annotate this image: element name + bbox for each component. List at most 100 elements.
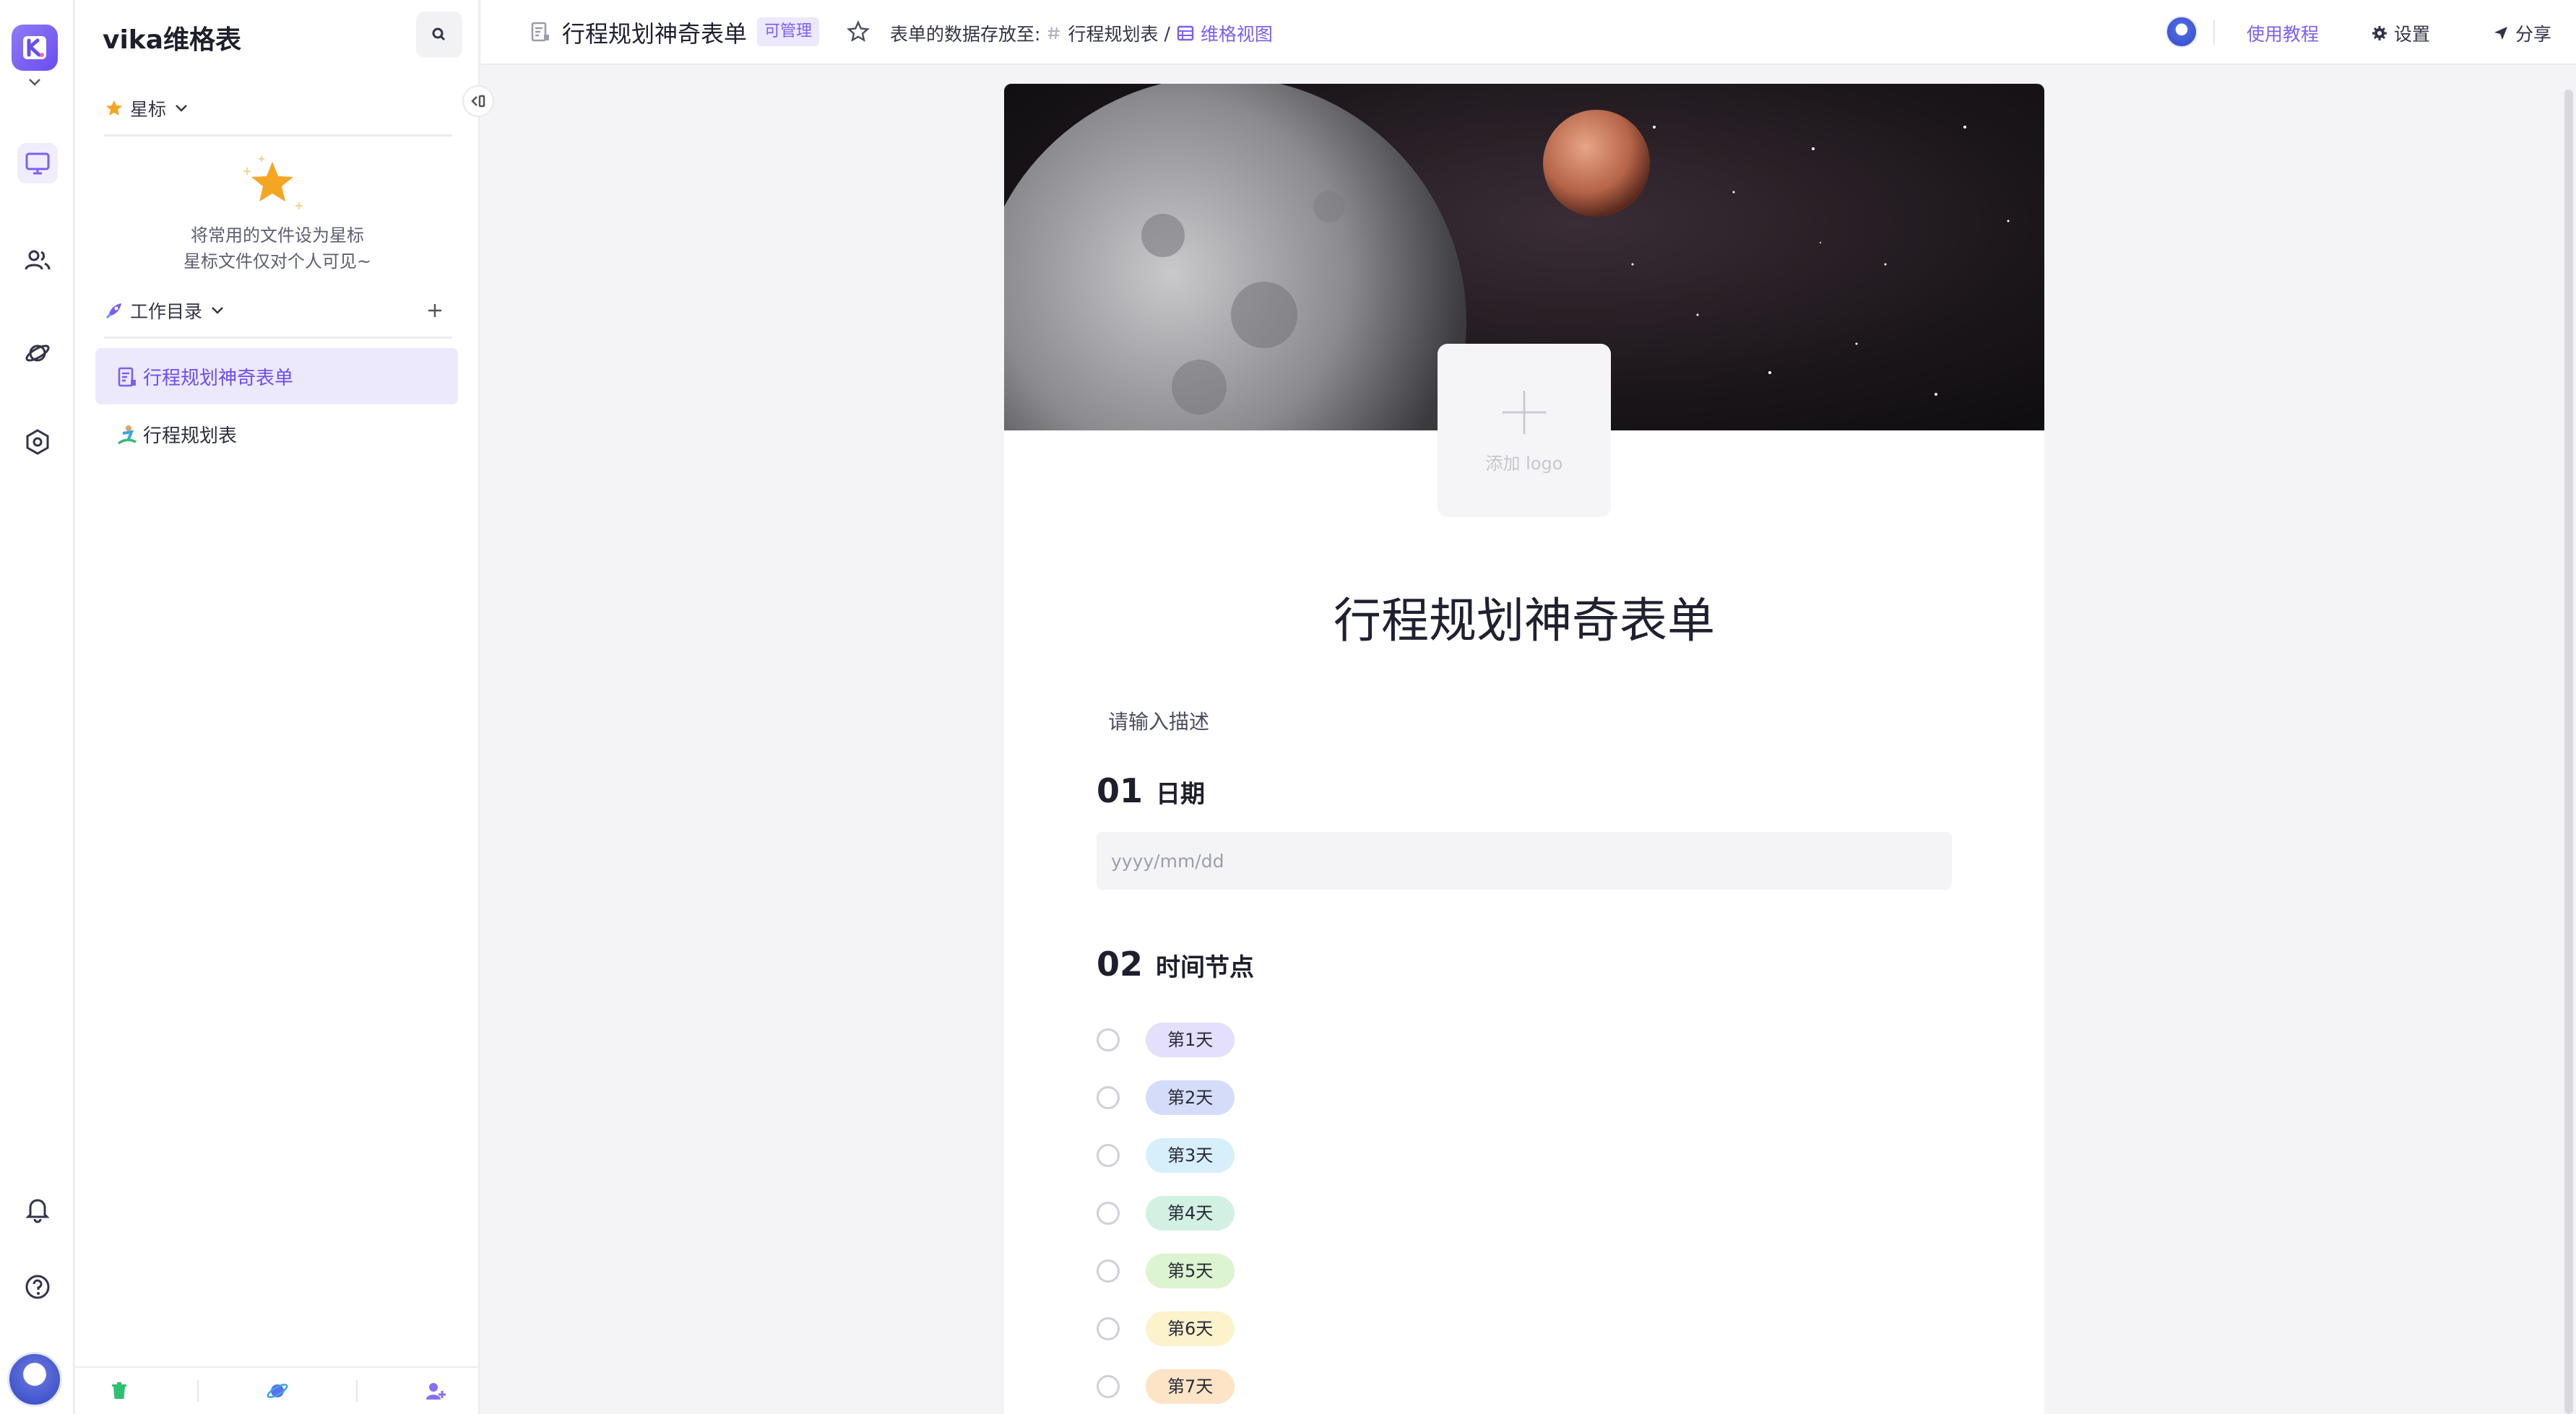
share-label: 分享	[2515, 24, 2552, 45]
option-tag: 第3天	[1146, 1138, 1235, 1173]
hash-icon	[1048, 27, 1060, 40]
share-button[interactable]: 分享	[2492, 20, 2551, 46]
form-card: 添加 logo 行程规划神奇表单 请输入描述 01 日期 yyyy/mm/dd …	[1004, 84, 2044, 1414]
app-root: vika维格表 星标 将常用的文件设为星标 星标文件仅对个人可见~ 工作目录 行…	[0, 0, 2576, 1414]
time-node-option[interactable]: 第5天	[1097, 1254, 1235, 1288]
add-node-button[interactable]	[420, 296, 449, 325]
rail-help-button[interactable]	[17, 1267, 58, 1307]
form-title[interactable]: 行程规划神奇表单	[1004, 582, 2044, 651]
radio-button[interactable]	[1097, 1028, 1120, 1051]
starred-empty-text-1: 将常用的文件设为星标	[191, 225, 364, 246]
time-node-option[interactable]: 第2天	[1097, 1080, 1235, 1115]
footer-separator	[355, 1380, 358, 1402]
rocket-icon	[105, 303, 121, 319]
rail-notifications-button[interactable]	[17, 1189, 58, 1229]
time-node-option[interactable]: 第6天	[1097, 1311, 1235, 1346]
star-outline-icon[interactable]	[845, 19, 871, 45]
catalog-sidebar: vika维格表 星标 将常用的文件设为星标 星标文件仅对个人可见~ 工作目录 行…	[75, 0, 480, 1414]
radio-button[interactable]	[1097, 1259, 1120, 1283]
send-icon	[2494, 27, 2507, 40]
settings-label: 设置	[2394, 24, 2431, 45]
space-switch-caret-icon[interactable]	[26, 75, 43, 90]
add-logo-button[interactable]: 添加 logo	[1438, 344, 1611, 517]
date-placeholder: yyyy/mm/dd	[1111, 850, 1224, 872]
page-title[interactable]: 行程规划神奇表单	[562, 16, 747, 49]
top-bar: 行程规划神奇表单 可管理 表单的数据存放至: 行程规划表 / 维格视图 使用教程…	[481, 0, 2576, 65]
space-planet-icon[interactable]	[266, 1379, 289, 1402]
option-tag: 第4天	[1146, 1196, 1235, 1231]
radio-button[interactable]	[1097, 1086, 1120, 1109]
trash-icon[interactable]	[108, 1380, 130, 1402]
collaborator-avatar[interactable]	[2166, 16, 2197, 48]
starred-section-toggle[interactable]: 星标	[104, 95, 191, 121]
radio-button[interactable]	[1097, 1375, 1120, 1398]
workspace-name: vika维格表	[103, 25, 242, 55]
settings-button[interactable]: 设置	[2371, 20, 2430, 46]
monitor-icon	[25, 152, 50, 175]
question-label: 日期	[1156, 780, 1206, 809]
question-number: 01	[1097, 771, 1144, 810]
help-icon	[25, 1275, 50, 1299]
starred-empty-illustration-icon	[243, 156, 303, 209]
chevron-down-icon	[212, 307, 223, 314]
storage-separator: /	[1164, 22, 1170, 44]
hexagon-settings-icon	[26, 429, 49, 455]
nav-rail	[0, 0, 74, 1414]
question-label: 时间节点	[1156, 953, 1255, 982]
tutorial-link[interactable]: 使用教程	[2247, 20, 2319, 46]
question-number: 02	[1097, 945, 1144, 984]
option-tag: 第2天	[1146, 1080, 1235, 1115]
rail-workbench-button[interactable]	[17, 143, 58, 183]
catalog-divider	[104, 337, 452, 339]
tree-item-form[interactable]: 行程规划神奇表单	[95, 348, 458, 404]
question-2-header: 02 时间节点	[1097, 945, 1254, 984]
star-filled-icon	[106, 100, 122, 116]
option-tag: 第5天	[1146, 1254, 1235, 1288]
chevron-down-icon	[176, 105, 187, 112]
time-node-option[interactable]: 第1天	[1097, 1023, 1235, 1057]
time-node-option[interactable]: 第7天	[1097, 1369, 1235, 1404]
date-input[interactable]: yyyy/mm/dd	[1097, 832, 1952, 890]
form-description[interactable]: 请输入描述	[1108, 706, 1209, 735]
search-button[interactable]	[416, 12, 462, 58]
time-node-option[interactable]: 第4天	[1097, 1196, 1235, 1231]
plus-icon	[428, 304, 441, 317]
users-icon	[25, 250, 51, 270]
form-file-icon	[531, 22, 549, 42]
starred-label: 星标	[130, 99, 167, 120]
rail-templates-button[interactable]	[17, 332, 58, 373]
tree-item-label: 行程规划神奇表单	[143, 367, 294, 389]
space-logo[interactable]	[12, 25, 58, 71]
rail-management-button[interactable]	[17, 422, 58, 462]
storage-sheet-link[interactable]: 行程规划表	[1068, 20, 1158, 46]
grid-view-icon	[1177, 25, 1194, 41]
rail-members-button[interactable]	[17, 240, 58, 280]
main-scrollbar[interactable]	[2564, 90, 2573, 1414]
collapse-sidebar-button[interactable]	[462, 85, 494, 117]
question-1-header: 01 日期	[1097, 771, 1205, 810]
starred-divider	[104, 134, 452, 136]
radio-button[interactable]	[1097, 1317, 1120, 1340]
radio-button[interactable]	[1097, 1144, 1120, 1167]
catalog-label: 工作目录	[130, 301, 203, 322]
collapse-sidebar-icon	[471, 95, 485, 108]
storage-view-link[interactable]: 维格视图	[1201, 20, 1273, 46]
catalog-section-toggle[interactable]: 工作目录	[104, 298, 227, 324]
surfer-emoji-icon	[117, 425, 137, 445]
tree-item-label: 行程规划表	[143, 425, 238, 447]
user-avatar[interactable]	[7, 1352, 62, 1407]
permission-badge: 可管理	[757, 17, 820, 46]
add-logo-label: 添加 logo	[1485, 453, 1563, 474]
gear-icon	[2372, 26, 2387, 40]
topbar-separator	[2213, 20, 2215, 45]
radio-button[interactable]	[1097, 1202, 1120, 1225]
search-icon	[432, 27, 446, 41]
time-node-option[interactable]: 第3天	[1097, 1138, 1235, 1173]
option-tag: 第7天	[1146, 1369, 1235, 1404]
tree-item-datasheet[interactable]: 行程规划表	[95, 406, 458, 462]
option-tag: 第6天	[1146, 1311, 1235, 1346]
starred-empty-text-2: 星标文件仅对个人可见~	[183, 251, 372, 272]
option-tag: 第1天	[1146, 1023, 1235, 1057]
bell-icon	[25, 1199, 50, 1223]
invite-member-icon[interactable]	[425, 1380, 446, 1402]
